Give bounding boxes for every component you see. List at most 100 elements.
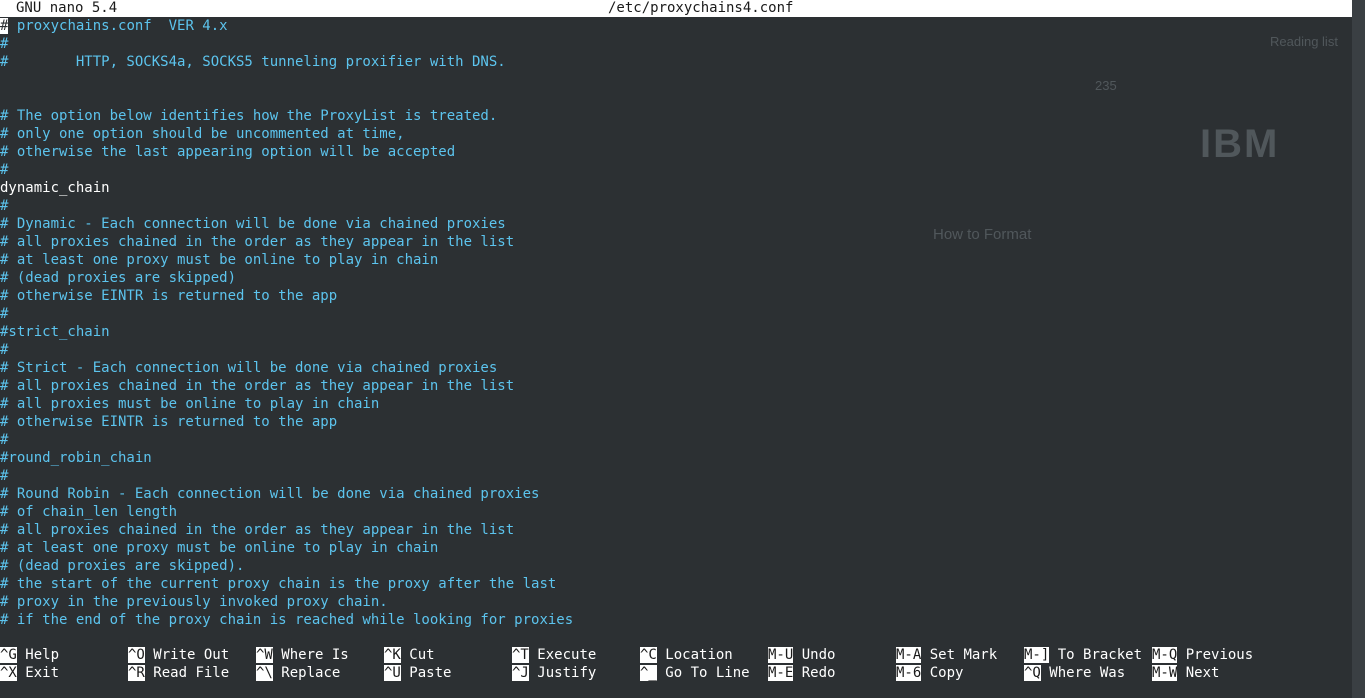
editor-line[interactable]: # at least one proxy must be online to p… (0, 539, 1352, 557)
editor-buffer[interactable]: # proxychains.conf VER 4.x # # HTTP, SOCKS… (0, 17, 1352, 629)
shortcut-label: Help (25, 647, 60, 663)
shortcut-label: Where Is (281, 647, 349, 663)
editor-line[interactable]: # The option below identifies how the Pr… (0, 107, 1352, 125)
shortcut-item[interactable]: M-Q Previous (1152, 646, 1253, 664)
shortcut-item[interactable]: M-A Set Mark (896, 646, 997, 664)
line-text: # otherwise EINTR is returned to the app (0, 414, 338, 430)
shortcut-item[interactable]: ^W Where Is (256, 646, 349, 664)
shortcut-key: ^U (384, 665, 401, 681)
shortcut-item[interactable]: ^R Read File (128, 664, 229, 682)
editor-line[interactable]: # the start of the current proxy chain i… (0, 575, 1352, 593)
shortcut-key: ^\ (256, 665, 273, 681)
shortcut-label: Paste (409, 665, 452, 681)
shortcut-key: ^O (128, 647, 145, 663)
shortcut-item[interactable]: ^G Help (0, 646, 59, 664)
editor-line[interactable]: # only one option should be uncommented … (0, 125, 1352, 143)
editor-line[interactable]: dynamic_chain (0, 179, 1352, 197)
shortcut-item[interactable]: M-E Redo (768, 664, 835, 682)
editor-line[interactable]: # (dead proxies are skipped). (0, 557, 1352, 575)
editor-line[interactable]: # Dynamic - Each connection will be done… (0, 215, 1352, 233)
line-text: # the start of the current proxy chain i… (0, 576, 557, 592)
shortcut-label: Read File (153, 665, 230, 681)
editor-line[interactable] (0, 89, 1352, 107)
shortcut-item[interactable]: ^C Location (640, 646, 733, 664)
line-text: # Strict - Each connection will be done … (0, 360, 498, 376)
editor-line[interactable]: # proxychains.conf VER 4.x (0, 17, 1352, 35)
editor-line[interactable]: # (0, 197, 1352, 215)
shortcut-item[interactable]: ^O Write Out (128, 646, 229, 664)
shortcut-bar: ^G Help ^X Exit ^O Write Out ^R Read File ^W… (0, 646, 1365, 682)
editor-line[interactable] (0, 71, 1352, 89)
shortcut-item[interactable]: ^\ Replace (256, 664, 340, 682)
shortcut-key: ^_ (640, 665, 657, 681)
editor-line[interactable]: # (0, 35, 1352, 53)
editor-line[interactable]: # (dead proxies are skipped) (0, 269, 1352, 287)
line-text: # all proxies chained in the order as th… (0, 522, 515, 538)
editor-line[interactable]: # all proxies chained in the order as th… (0, 233, 1352, 251)
shortcut-item[interactable]: M-W Next (1152, 664, 1219, 682)
line-text: # all proxies chained in the order as th… (0, 234, 515, 250)
shortcut-key: ^C (640, 647, 657, 663)
line-text: proxychains.conf VER 4.x (16, 18, 228, 34)
shortcut-key: M-Q (1152, 647, 1178, 663)
editor-line[interactable]: # HTTP, SOCKS4a, SOCKS5 tunneling proxif… (0, 53, 1352, 71)
editor-line[interactable]: # all proxies chained in the order as th… (0, 377, 1352, 395)
shortcut-label: Next (1185, 665, 1220, 681)
shortcut-label: Redo (801, 665, 836, 681)
line-text: # all proxies chained in the order as th… (0, 378, 515, 394)
editor-line[interactable]: # (0, 467, 1352, 485)
shortcut-item[interactable]: ^X Exit (0, 664, 59, 682)
editor-line[interactable]: # all proxies chained in the order as th… (0, 521, 1352, 539)
shortcut-item[interactable]: ^_ Go To Line (640, 664, 750, 682)
editor-line[interactable]: # (0, 341, 1352, 359)
editor-line[interactable]: # Strict - Each connection will be done … (0, 359, 1352, 377)
line-text: # HTTP, SOCKS4a, SOCKS5 tunneling proxif… (0, 54, 506, 70)
line-text: # The option below identifies how the Pr… (0, 108, 498, 124)
shortcut-item[interactable]: ^Q Where Was (1024, 664, 1125, 682)
editor-line[interactable]: # otherwise EINTR is returned to the app (0, 287, 1352, 305)
editor-line[interactable]: # Round Robin - Each connection will be … (0, 485, 1352, 503)
editor-line[interactable]: # at least one proxy must be online to p… (0, 251, 1352, 269)
line-text: # (dead proxies are skipped) (0, 270, 237, 286)
shortcut-label: To Bracket (1057, 647, 1143, 663)
editor-line[interactable]: # (0, 161, 1352, 179)
editor-line[interactable]: #round_robin_chain (0, 449, 1352, 467)
file-path: /etc/proxychains4.conf (608, 0, 794, 16)
editor-line[interactable]: #strict_chain (0, 323, 1352, 341)
nano-titlebar: GNU nano 5.4 /etc/proxychains4.conf (0, 0, 1352, 17)
shortcut-item[interactable]: ^U Paste (384, 664, 451, 682)
shortcut-item[interactable]: ^K Cut (384, 646, 435, 664)
line-text: dynamic_chain (0, 180, 110, 196)
editor-line[interactable]: # (0, 305, 1352, 323)
shortcut-item[interactable]: M-6 Copy (896, 664, 963, 682)
line-text: #round_robin_chain (0, 450, 152, 466)
editor-line[interactable]: # (0, 431, 1352, 449)
line-text: #strict_chain (0, 324, 110, 340)
shortcut-label: Exit (25, 665, 60, 681)
editor-line[interactable]: # if the end of the proxy chain is reach… (0, 611, 1352, 629)
line-text: # Round Robin - Each connection will be … (0, 486, 540, 502)
line-text: # all proxies must be online to play in … (0, 396, 380, 412)
line-text: # if the end of the proxy chain is reach… (0, 612, 574, 628)
editor-line[interactable]: # proxy in the previously invoked proxy … (0, 593, 1352, 611)
editor-line[interactable]: # all proxies must be online to play in … (0, 395, 1352, 413)
shortcut-item[interactable]: M-U Undo (768, 646, 835, 664)
line-text: # otherwise the last appearing option wi… (0, 144, 456, 160)
editor-line[interactable]: # of chain_len length (0, 503, 1352, 521)
shortcut-item[interactable]: ^J Justify (512, 664, 596, 682)
line-text: # (0, 198, 9, 214)
shortcut-key: ^G (0, 647, 17, 663)
editor-line[interactable]: # otherwise the last appearing option wi… (0, 143, 1352, 161)
shortcut-item[interactable]: M-] To Bracket (1024, 646, 1142, 664)
shortcut-item[interactable]: ^T Execute (512, 646, 596, 664)
terminal-scrollbar[interactable] (1352, 0, 1365, 698)
shortcut-key: M-U (768, 647, 794, 663)
line-text: # at least one proxy must be online to p… (0, 540, 439, 556)
line-text: # (0, 342, 9, 358)
shortcut-key: ^W (256, 647, 273, 663)
line-text: # (0, 162, 9, 178)
line-text: # (0, 36, 9, 52)
editor-line[interactable]: # otherwise EINTR is returned to the app (0, 413, 1352, 431)
shortcut-key: ^Q (1024, 665, 1041, 681)
shortcut-label: Set Mark (929, 647, 998, 663)
